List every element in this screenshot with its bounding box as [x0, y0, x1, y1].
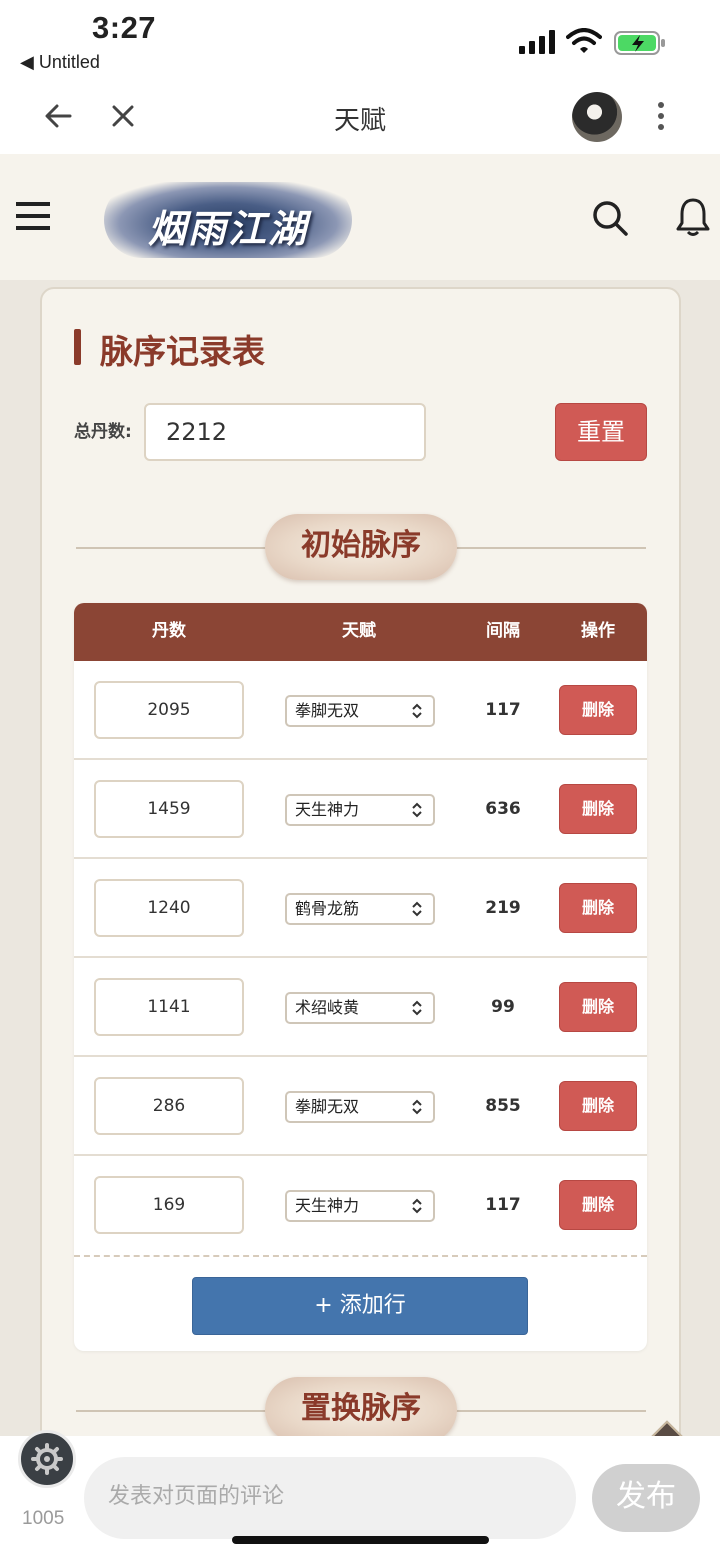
cellular-signal-icon: [519, 30, 555, 54]
gap-value: 117: [485, 700, 521, 720]
delete-row-button[interactable]: 删除: [559, 1081, 637, 1131]
delete-row-button[interactable]: 删除: [559, 982, 637, 1032]
delete-row-button[interactable]: 删除: [559, 883, 637, 933]
top-navigation-bar: 天赋: [0, 80, 720, 154]
talent-select[interactable]: 天生神力: [285, 1190, 435, 1222]
talent-select-value: 拳脚无双: [295, 701, 360, 720]
comment-count: 1005: [22, 1508, 65, 1529]
site-header: 烟雨江湖: [0, 154, 720, 280]
dan-input[interactable]: 286: [94, 1077, 244, 1135]
talent-select-value: 鹤骨龙筋: [295, 899, 360, 918]
site-logo[interactable]: 烟雨江湖: [104, 182, 352, 258]
add-row-button[interactable]: + 添加行: [192, 1277, 528, 1335]
column-header-dan: 丹数: [152, 621, 186, 641]
gap-value: 117: [485, 1195, 521, 1215]
delete-row-button[interactable]: 删除: [559, 1180, 637, 1230]
select-chevron-icon: [412, 703, 422, 719]
dan-input[interactable]: 2095: [94, 681, 244, 739]
publish-button[interactable]: 发布: [592, 1464, 700, 1532]
talent-select-value: 天生神力: [295, 1196, 360, 1215]
talent-select[interactable]: 天生神力: [285, 794, 435, 826]
notification-bell-icon[interactable]: [675, 196, 711, 238]
status-bar: 3:27 ◀ Untitled: [0, 0, 720, 80]
gap-value: 219: [485, 898, 521, 918]
hamburger-menu-icon[interactable]: [16, 200, 52, 232]
gear-icon: [31, 1443, 63, 1475]
select-chevron-icon: [412, 1198, 422, 1214]
total-dan-label: 总丹数:: [74, 422, 132, 442]
home-indicator: [232, 1536, 489, 1544]
section-title-replace: 置换脉序: [265, 1377, 457, 1443]
total-dan-input[interactable]: 2212: [144, 403, 426, 461]
search-icon[interactable]: [590, 198, 630, 238]
column-header-gap: 间隔: [486, 621, 520, 641]
talent-select[interactable]: 术绍岐黄: [285, 992, 435, 1024]
dan-input[interactable]: 169: [94, 1176, 244, 1234]
table-row: 1141 术绍岐黄 99 删除: [74, 958, 647, 1057]
select-chevron-icon: [412, 1099, 422, 1115]
section-title-initial: 初始脉序: [265, 514, 457, 580]
column-header-talent: 天赋: [342, 621, 376, 641]
select-chevron-icon: [412, 1000, 422, 1016]
avatar[interactable]: [572, 92, 622, 142]
delete-row-button[interactable]: 删除: [559, 685, 637, 735]
talent-select[interactable]: 拳脚无双: [285, 695, 435, 727]
battery-charging-icon: [614, 31, 665, 55]
card-title: 脉序记录表: [74, 325, 265, 373]
gap-value: 636: [485, 799, 521, 819]
talent-select-value: 天生神力: [295, 800, 360, 819]
delete-row-button[interactable]: 删除: [559, 784, 637, 834]
table-row: 2095 拳脚无双 117 删除: [74, 661, 647, 760]
record-card: 脉序记录表 总丹数: 2212 重置 初始脉序 丹数 天赋 间隔 操作 2095…: [40, 287, 681, 1487]
comment-input[interactable]: 发表对页面的评论: [84, 1457, 576, 1539]
table-row: 1459 天生神力 636 删除: [74, 760, 647, 859]
add-row-area: + 添加行: [74, 1255, 647, 1351]
table-header: 丹数 天赋 间隔 操作: [74, 603, 647, 661]
status-time: 3:27: [92, 10, 157, 45]
dan-input[interactable]: 1240: [94, 879, 244, 937]
settings-button[interactable]: [18, 1430, 76, 1488]
dan-input[interactable]: 1459: [94, 780, 244, 838]
talent-select[interactable]: 鹤骨龙筋: [285, 893, 435, 925]
reset-button[interactable]: 重置: [555, 403, 647, 461]
vein-order-table: 丹数 天赋 间隔 操作 2095 拳脚无双 117 删除 1459 天生神力 6…: [74, 603, 647, 1351]
gap-value: 855: [485, 1096, 521, 1116]
table-row: 1240 鹤骨龙筋 219 删除: [74, 859, 647, 958]
select-chevron-icon: [412, 901, 422, 917]
table-row: 169 天生神力 117 删除: [74, 1156, 647, 1255]
back-to-app-link[interactable]: ◀ Untitled: [20, 52, 100, 73]
talent-select[interactable]: 拳脚无双: [285, 1091, 435, 1123]
gap-value: 99: [491, 997, 515, 1017]
dan-input[interactable]: 1141: [94, 978, 244, 1036]
wifi-icon: [566, 28, 602, 53]
select-chevron-icon: [412, 802, 422, 818]
table-row: 286 拳脚无双 855 删除: [74, 1057, 647, 1156]
talent-select-value: 术绍岐黄: [295, 998, 360, 1017]
talent-select-value: 拳脚无双: [295, 1097, 360, 1116]
more-options-icon[interactable]: [643, 98, 679, 134]
column-header-action: 操作: [581, 621, 615, 641]
logo-text: 烟雨江湖: [147, 206, 308, 251]
